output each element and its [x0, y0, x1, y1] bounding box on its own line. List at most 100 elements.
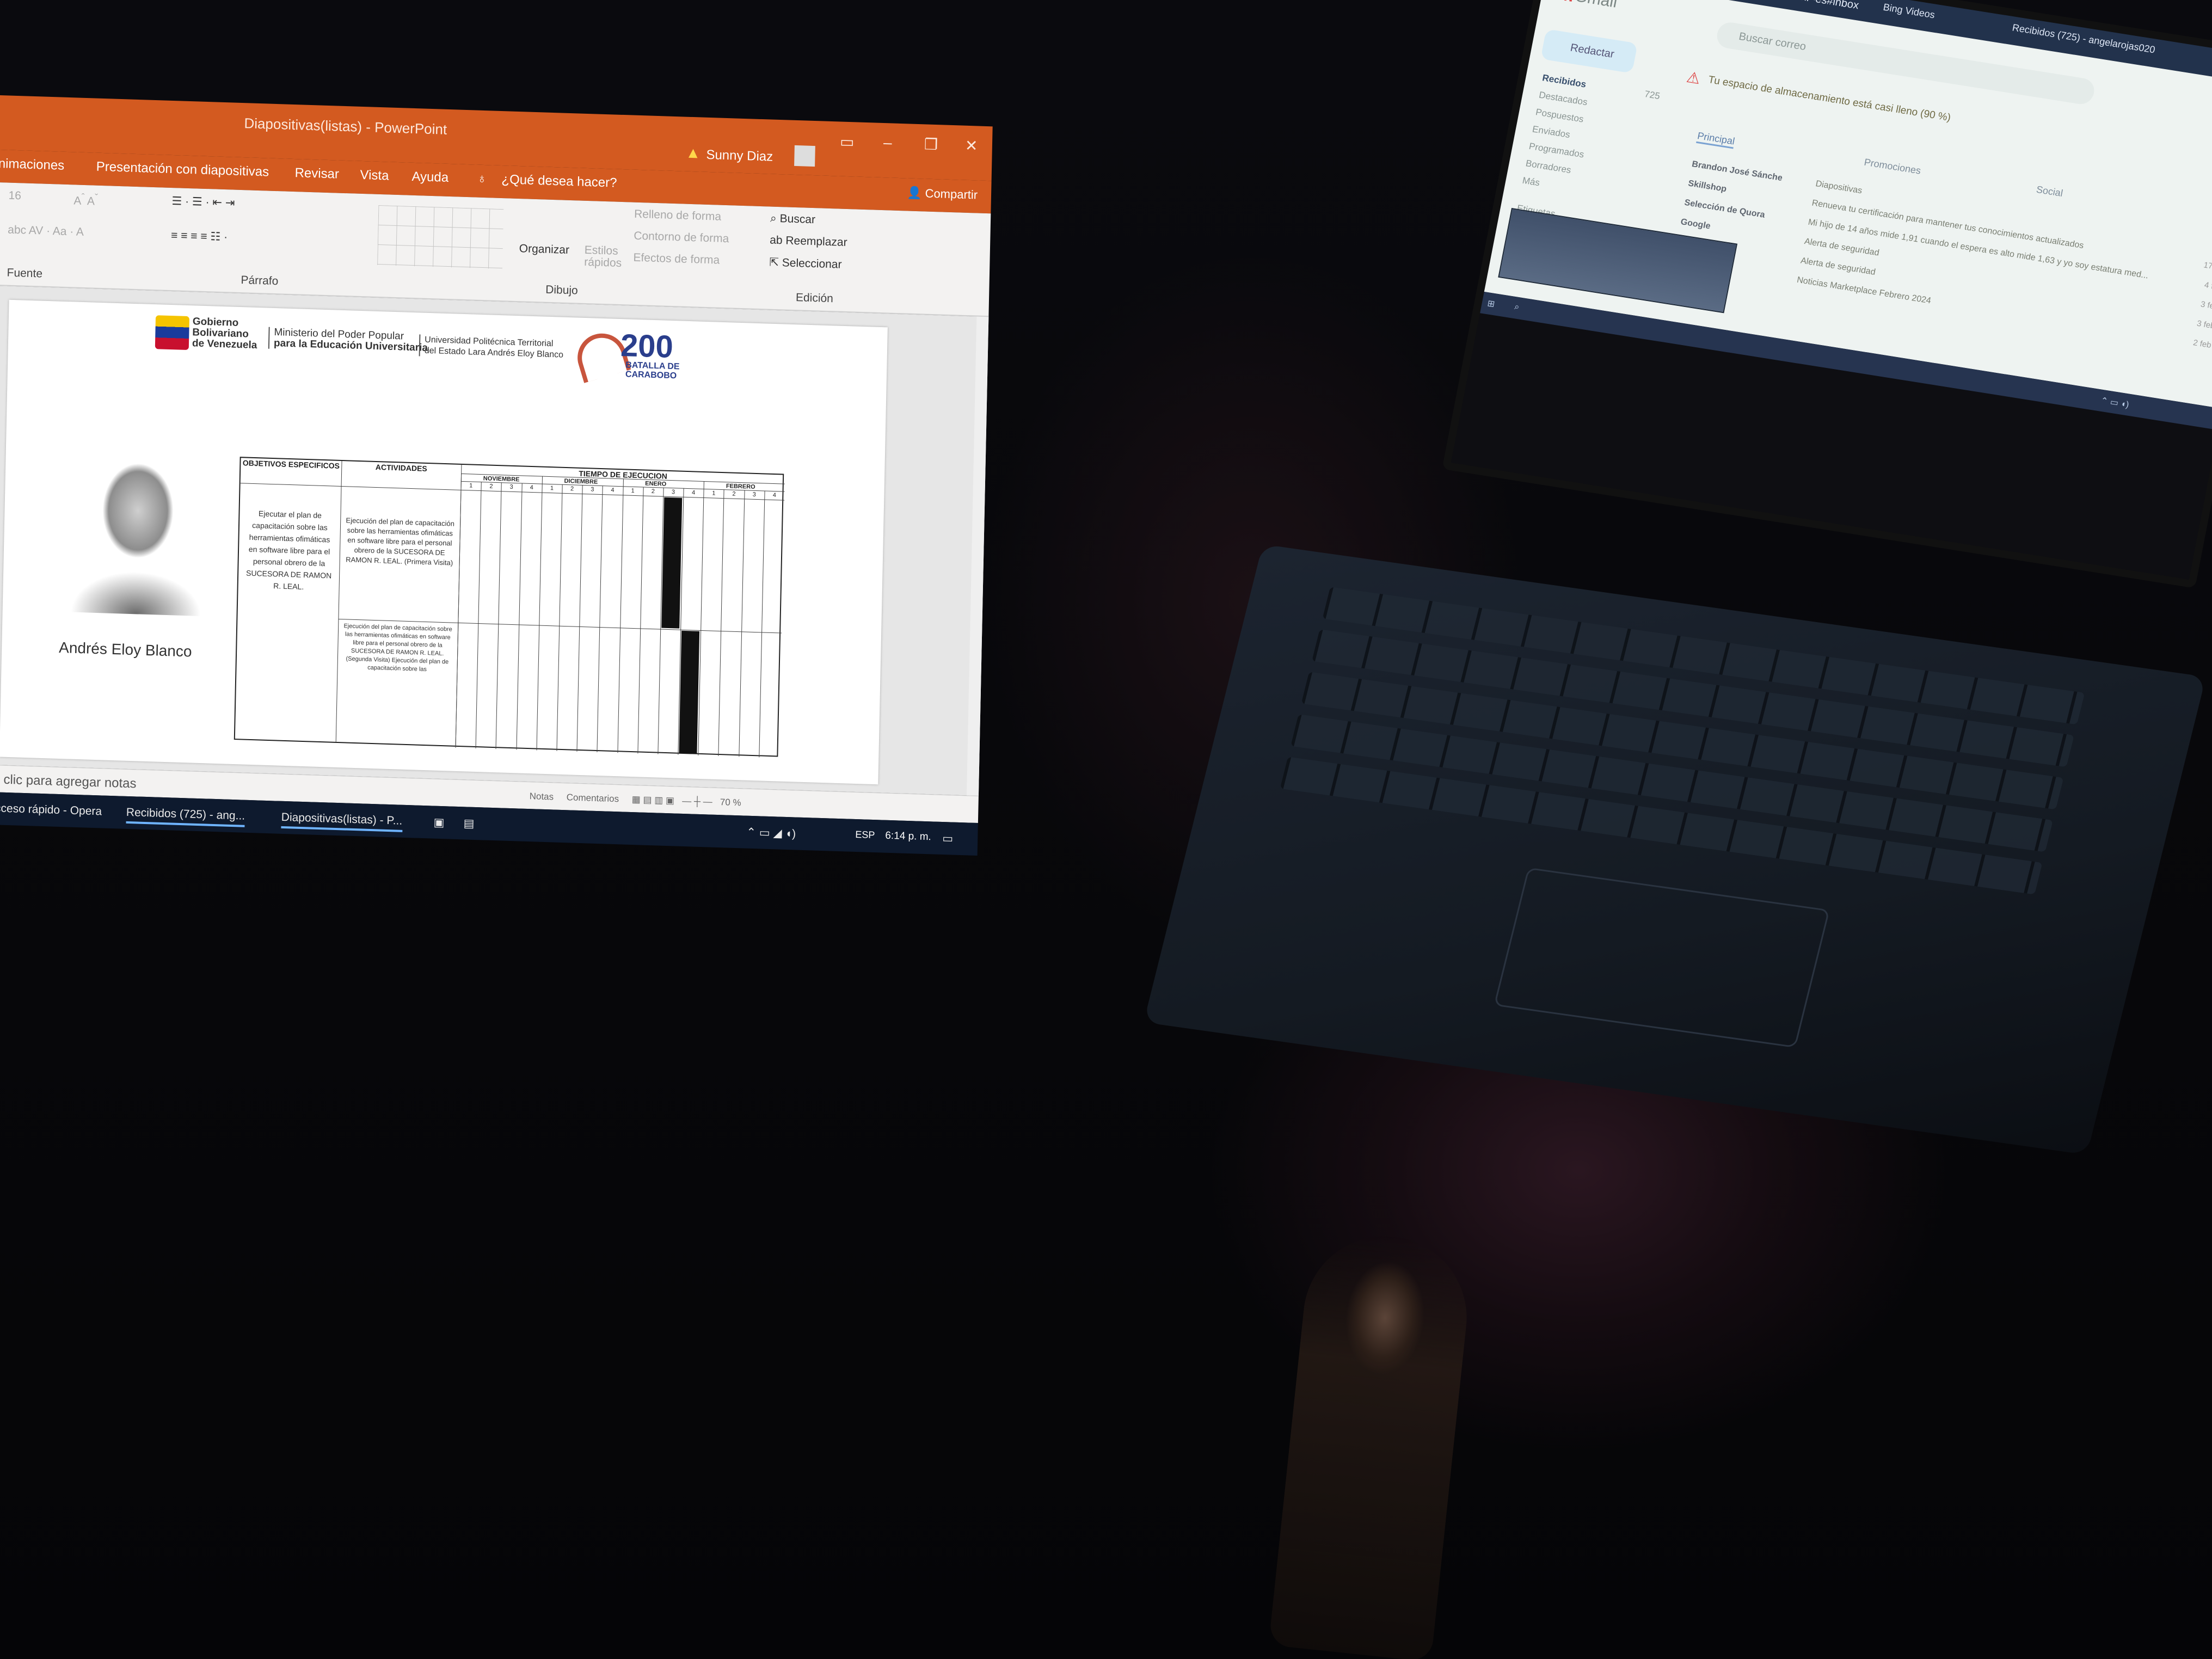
notes-button[interactable]: Notas: [530, 791, 554, 802]
laptop-screen: https://mail.google.com/mail/u/0/?hl=es#…: [1442, 0, 2212, 588]
restore-icon[interactable]: ❐: [924, 135, 938, 153]
week-divider: [536, 476, 543, 751]
tab-help[interactable]: Ayuda: [411, 169, 448, 186]
week-divider: [556, 484, 563, 751]
sidebar-item[interactable]: Más: [1521, 175, 1540, 189]
sidebar-item[interactable]: Programados: [1528, 141, 1585, 161]
taskbar-word-icon[interactable]: ▣: [433, 812, 445, 834]
taskbar-explorer-icon[interactable]: ▤: [463, 812, 475, 834]
slide[interactable]: Gobierno Bolivariano de Venezuela Minist…: [0, 299, 888, 785]
font-size-box[interactable]: 16: [8, 189, 21, 203]
laptop-tray-icons[interactable]: ⌃ ▭ ◖): [2100, 395, 2130, 410]
search-icon[interactable]: ⌕: [1514, 302, 1520, 312]
shapes-gallery[interactable]: [377, 205, 504, 269]
taskbar-clock[interactable]: 6:14 p. m.: [885, 830, 931, 844]
warning-icon: ⚠: [1685, 68, 1702, 88]
month-header: DICIEMBRE: [564, 477, 598, 486]
week-divider: [718, 489, 725, 757]
taskbar-app-edge[interactable]: Recibidos (725) - ang...: [126, 801, 245, 827]
bullet-list-icon[interactable]: ☰ · ☰ · ⇤ ⇥: [171, 194, 235, 210]
zoom-level[interactable]: 70 %: [720, 797, 741, 808]
tab-animations[interactable]: nimaciones: [0, 156, 64, 174]
month-header: ENERO: [645, 480, 667, 488]
tell-me-search[interactable]: ¿Qué desea hacer?: [501, 172, 617, 191]
storage-warning: Tu espacio de almacenamiento está casi l…: [1707, 74, 1952, 124]
week-header: 1: [712, 490, 716, 497]
comments-button[interactable]: Comentarios: [567, 792, 619, 804]
gantt-bar: [679, 630, 700, 754]
start-icon[interactable]: ⊞: [1486, 298, 1496, 310]
shape-fill-button[interactable]: Relleno de forma: [634, 208, 721, 224]
week-header: 4: [772, 491, 777, 499]
month-header: FEBRERO: [726, 483, 755, 490]
ribbon-display-icon[interactable]: ▭: [840, 133, 855, 151]
notification-icon[interactable]: ▭: [942, 827, 954, 850]
portrait-caption: Andrés Eloy Blanco: [58, 638, 192, 660]
week-divider: [475, 482, 482, 749]
sidebar-item[interactable]: Destacados: [1538, 90, 1588, 108]
tab-view[interactable]: Vista: [360, 168, 389, 184]
touchpad: [1494, 867, 1830, 1048]
taskbar-app-powerpoint[interactable]: Diapositivas(listas) - P...: [281, 806, 403, 832]
header-activities: ACTIVIDADES: [375, 462, 427, 473]
week-divider: [576, 484, 583, 752]
university-logo-text: Universidad Politécnica Territorial del …: [419, 334, 564, 361]
objective-cell: Ejecutar el plan de capacitación sobre l…: [245, 509, 332, 591]
replace-button[interactable]: ab Reemplazar: [770, 234, 847, 249]
align-icons[interactable]: ≡ ≡ ≡ ≡ ☷ ·: [171, 229, 228, 244]
week-divider: [759, 490, 765, 758]
inbox-tab-social[interactable]: Social: [2035, 184, 2063, 199]
quick-styles-button[interactable]: Estilos rápidos: [584, 244, 623, 269]
input-language[interactable]: ESP: [855, 829, 875, 841]
tab-slideshow[interactable]: Presentación con diapositivas: [96, 159, 269, 180]
bicentennial-subtitle: BATALLA DE CARABOBO: [625, 360, 680, 380]
inbox-tab-primary[interactable]: Principal: [1696, 130, 1736, 149]
tab-review[interactable]: Revisar: [294, 165, 339, 182]
week-header: 4: [611, 487, 615, 494]
week-header: 2: [489, 483, 493, 490]
laptop-keyboard-deck: [1144, 544, 2206, 1155]
week-header: 2: [651, 488, 655, 495]
week-header: 4: [691, 489, 696, 496]
week-header: 2: [570, 486, 574, 493]
shape-outline-button[interactable]: Contorno de forma: [634, 230, 729, 245]
organize-button[interactable]: Organizar: [519, 242, 570, 257]
vertical-scrollbar[interactable]: [966, 316, 989, 796]
portrait-image: [54, 432, 222, 617]
week-header: 3: [509, 483, 513, 490]
shape-effects-button[interactable]: Efectos de forma: [633, 251, 720, 267]
font-grow-icon[interactable]: Aˆ Aˇ: [73, 191, 98, 208]
lightbulb-icon: ♁: [477, 171, 487, 187]
sidebar-item[interactable]: Borradores: [1525, 158, 1572, 176]
warning-icon[interactable]: ▲: [685, 144, 701, 162]
email-subject: Alerta de seguridad: [1799, 256, 1877, 277]
window-title: Diapositivas(listas) - PowerPoint: [244, 115, 447, 138]
share-button[interactable]: 👤 Compartir: [907, 186, 978, 202]
font-format-icons[interactable]: abc AV · Aa · A: [8, 224, 84, 239]
week-header: 1: [469, 482, 473, 489]
close-icon[interactable]: ✕: [965, 137, 978, 155]
sidebar-item[interactable]: Recibidos: [1541, 72, 1587, 90]
sidebar-item[interactable]: Enviados: [1531, 124, 1571, 141]
sidebar-item[interactable]: Pospuestos: [1535, 107, 1584, 125]
inbox-tab-promotions[interactable]: Promociones: [1863, 157, 1922, 177]
gov-logo-text: Gobierno Bolivariano de Venezuela: [192, 316, 258, 351]
share-label: Compartir: [925, 186, 978, 202]
gov-line3: de Venezuela: [192, 337, 257, 352]
tray-icons[interactable]: ⌃ ▭ ◢ ◖): [746, 821, 796, 845]
find-button[interactable]: ⌕ Buscar: [770, 212, 815, 227]
group-font: Fuente: [7, 266, 43, 280]
compose-button[interactable]: Redactar: [1540, 29, 1638, 73]
slide-editor: Gobierno Bolivariano de Venezuela Minist…: [0, 285, 989, 796]
email-date: 3 feb: [2199, 299, 2212, 312]
avatar[interactable]: [794, 145, 815, 167]
minimize-icon[interactable]: –: [883, 134, 892, 151]
tab-bing-videos[interactable]: Bing Videos: [1882, 2, 1936, 21]
month-header: NOVIEMBRE: [483, 475, 520, 483]
taskbar-app-opera[interactable]: Acceso rápido - Opera: [0, 797, 102, 823]
account-name[interactable]: Sunny Diaz: [706, 148, 773, 165]
select-button[interactable]: ⇱ Seleccionar: [769, 256, 842, 272]
notes-placeholder[interactable]: ga clic para agregar notas: [0, 772, 137, 792]
week-divider: [495, 482, 502, 749]
menu-icon[interactable]: ≡: [1545, 0, 1557, 2]
